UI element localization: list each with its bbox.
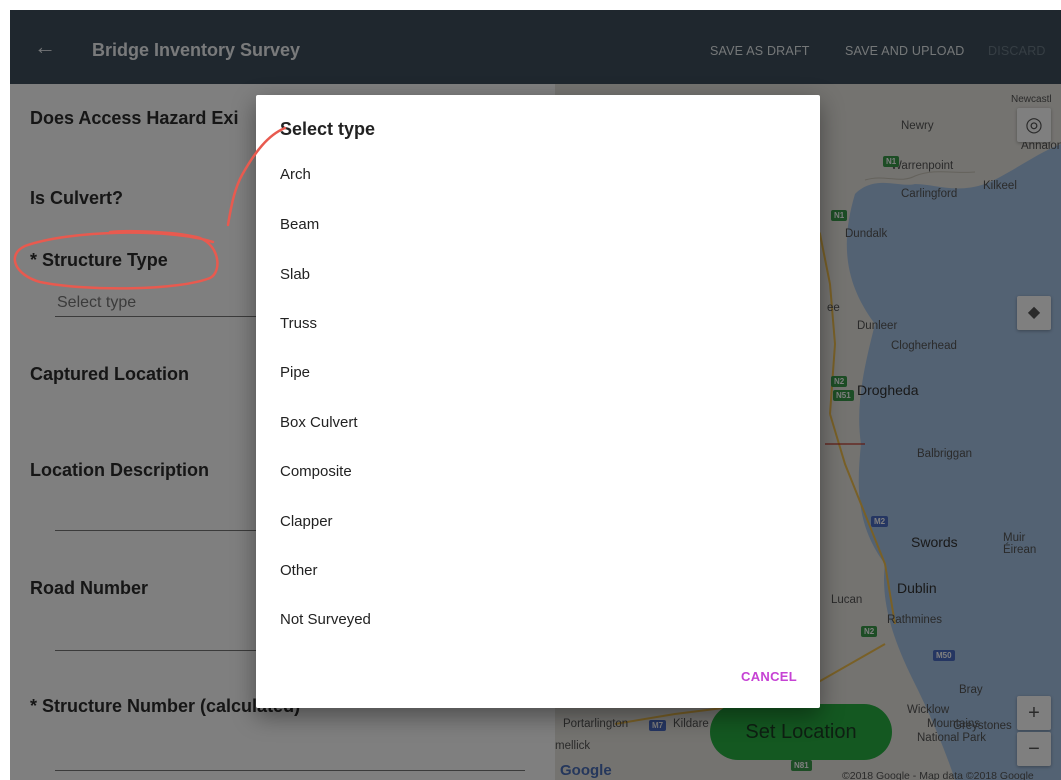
app-frame: ← Bridge Inventory Survey SAVE AS DRAFT … (10, 10, 1061, 780)
red-annotation-circle (13, 126, 287, 290)
